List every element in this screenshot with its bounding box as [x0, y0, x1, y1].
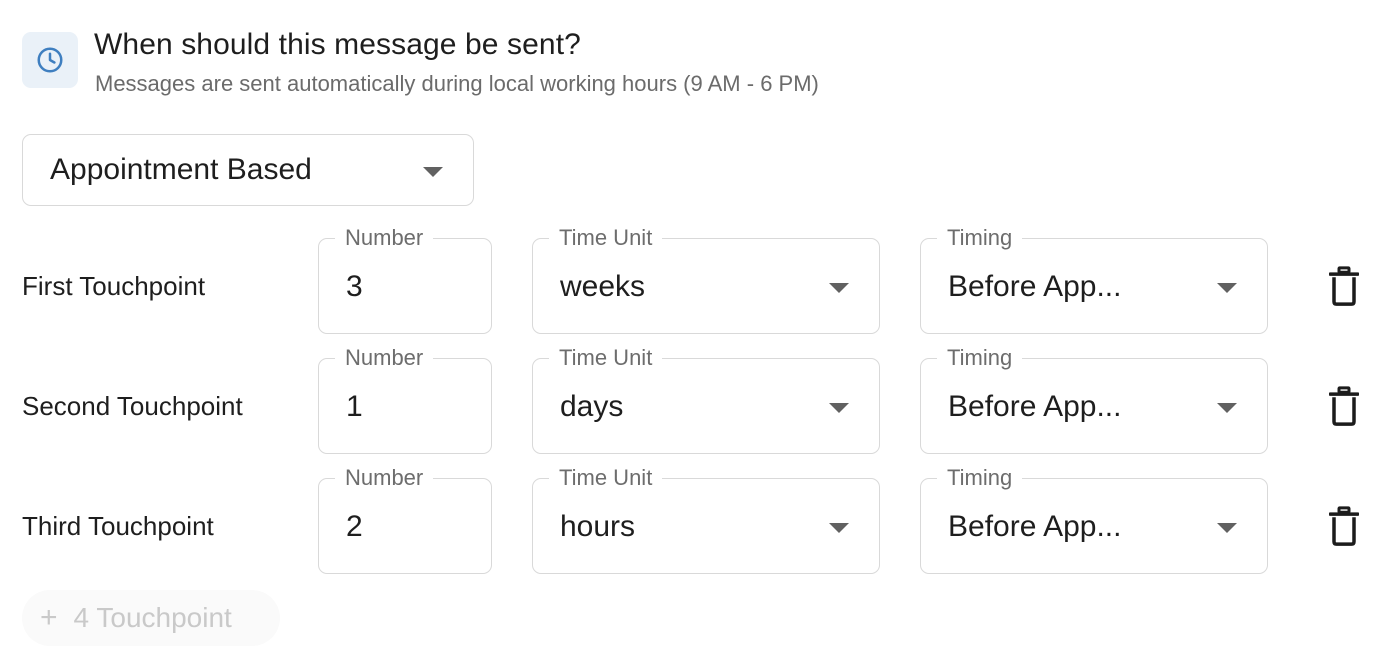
caret-down-icon: [1217, 523, 1237, 533]
caret-down-icon: [423, 167, 443, 177]
add-touchpoint-button[interactable]: + 4 Touchpoint: [22, 590, 280, 646]
touchpoint-row: First Touchpoint Number 3 Time Unit week…: [0, 225, 1396, 334]
time-unit-select[interactable]: Time Unit hours: [532, 465, 880, 574]
time-unit-value: days: [560, 390, 624, 423]
touchpoint-label: Third Touchpoint: [22, 511, 214, 541]
delete-touchpoint-button[interactable]: [1324, 504, 1364, 548]
delete-touchpoint-button[interactable]: [1324, 384, 1364, 428]
timing-select[interactable]: Timing Before App...: [920, 345, 1268, 454]
time-unit-field-label: Time Unit: [549, 225, 663, 251]
number-value: 2: [346, 510, 363, 543]
timing-value: Before App...: [948, 510, 1122, 543]
caret-down-icon: [1217, 403, 1237, 413]
add-touchpoint-label: 4 Touchpoint: [73, 602, 232, 633]
trash-icon: [1329, 266, 1359, 306]
plus-icon: +: [40, 601, 58, 634]
section-title: When should this message be sent?: [94, 28, 581, 61]
time-unit-value: hours: [560, 510, 636, 543]
clock-icon-badge: [22, 32, 78, 88]
caret-down-icon: [829, 523, 849, 533]
caret-down-icon: [829, 403, 849, 413]
timing-field-label: Timing: [937, 465, 1023, 491]
time-unit-value: weeks: [560, 270, 646, 303]
touchpoint-label: Second Touchpoint: [22, 391, 243, 421]
touchpoint-row: Third Touchpoint Number 2 Time Unit hour…: [0, 465, 1396, 574]
section-header: When should this message be sent? Messag…: [22, 28, 1322, 108]
clock-icon: [37, 47, 63, 73]
trash-icon: [1329, 506, 1359, 546]
time-unit-field-label: Time Unit: [549, 345, 663, 371]
number-input[interactable]: Number 3: [318, 225, 492, 334]
number-value: 1: [346, 390, 363, 423]
timing-field-label: Timing: [937, 345, 1023, 371]
number-field-label: Number: [335, 345, 434, 371]
touchpoint-label: First Touchpoint: [22, 271, 206, 301]
number-field-label: Number: [335, 465, 434, 491]
trash-icon: [1329, 386, 1359, 426]
schedule-mode-select[interactable]: Appointment Based: [22, 134, 474, 206]
number-input[interactable]: Number 2: [318, 465, 492, 574]
caret-down-icon: [829, 283, 849, 293]
timing-select[interactable]: Timing Before App...: [920, 225, 1268, 334]
time-unit-select[interactable]: Time Unit days: [532, 345, 880, 454]
time-unit-field-label: Time Unit: [549, 465, 663, 491]
timing-field-label: Timing: [937, 225, 1023, 251]
timing-value: Before App...: [948, 270, 1122, 303]
section-subtitle: Messages are sent automatically during l…: [95, 71, 819, 96]
timing-value: Before App...: [948, 390, 1122, 423]
time-unit-select[interactable]: Time Unit weeks: [532, 225, 880, 334]
timing-select[interactable]: Timing Before App...: [920, 465, 1268, 574]
number-value: 3: [346, 270, 363, 303]
delete-touchpoint-button[interactable]: [1324, 264, 1364, 308]
touchpoint-row: Second Touchpoint Number 1 Time Unit day…: [0, 345, 1396, 454]
caret-down-icon: [1217, 283, 1237, 293]
number-input[interactable]: Number 1: [318, 345, 492, 454]
schedule-mode-value: Appointment Based: [50, 153, 312, 186]
number-field-label: Number: [335, 225, 434, 251]
